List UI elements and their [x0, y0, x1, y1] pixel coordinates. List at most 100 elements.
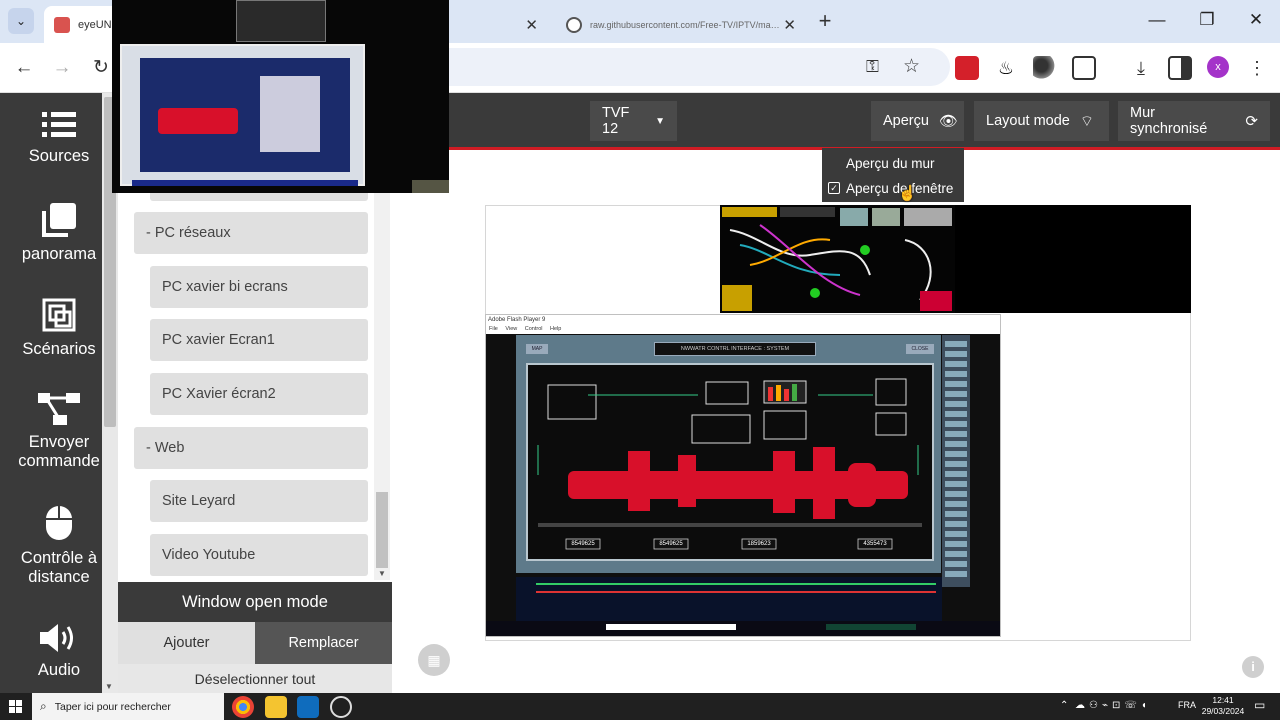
taskbar-search-box[interactable]: ⌕ Taper ici pour rechercher [32, 693, 224, 720]
profile-avatar[interactable]: x [1207, 56, 1229, 78]
taskbar-clock[interactable]: 12:41 29/03/2024 [1196, 695, 1250, 717]
eyeunify-favicon-icon [54, 16, 70, 33]
counter-value: 8549625 [571, 541, 595, 547]
nav-item-sources[interactable]: Sources [0, 111, 118, 166]
source-label: PC Xavier écran2 [162, 386, 276, 402]
wall-window-flash-player[interactable]: Adobe Flash Player 9 File View Control H… [485, 314, 1001, 637]
preview-button[interactable]: Aperçu 👁 [871, 101, 964, 141]
nav-item-send-command[interactable]: Envoyer commande [0, 393, 118, 471]
source-item-pc-xavier-bi-ecrans[interactable]: PC xavier bi ecrans [150, 266, 368, 308]
sync-icon: ⟳ [1245, 113, 1258, 130]
close-tab-icon[interactable]: ✕ [783, 16, 796, 34]
counter-value: 4355473 [863, 541, 887, 547]
wall-window-transit-map[interactable] [720, 205, 955, 313]
more-menu-icon[interactable]: ⋮ [1245, 56, 1269, 80]
layout-mode-button[interactable]: Layout mode ⌔ [974, 101, 1109, 141]
source-label: PC xavier Ecran1 [162, 332, 275, 348]
sync-wall-button[interactable]: Mur synchronisé ⟳ [1118, 101, 1270, 141]
taskbar-search-placeholder: Taper ici pour rechercher [54, 700, 171, 713]
extensions-puzzle-icon[interactable] [1072, 56, 1096, 80]
tray-chevron-icon[interactable]: ⌃ [1060, 700, 1068, 711]
dots-extension-icon[interactable] [1033, 56, 1057, 80]
scroll-down-arrow-icon[interactable]: ▼ [105, 682, 113, 691]
flash-menu-help[interactable]: Help [550, 326, 561, 332]
info-icon[interactable]: i [1242, 656, 1264, 678]
source-label: Video Youtube [162, 547, 256, 563]
wall-window-black[interactable] [955, 205, 1191, 313]
password-key-icon[interactable]: ⚿ [866, 57, 879, 77]
checkbox-checked-icon[interactable]: ✓ [828, 182, 840, 194]
nav-label: Envoyer commande [18, 433, 100, 470]
windows-start-icon[interactable] [9, 700, 22, 713]
send-command-icon [38, 393, 80, 425]
nav-item-scenarios[interactable]: Scénarios [0, 298, 118, 359]
side-panel-icon[interactable] [1168, 56, 1192, 80]
taskbar-date: 29/03/2024 [1201, 706, 1245, 716]
video-monitor [120, 44, 365, 186]
wall-select-dropdown[interactable]: TVF 12 ▼ [590, 101, 677, 141]
speaker-icon [40, 624, 73, 652]
preview-dropdown-menu: Aperçu du mur ✓ Aperçu de fenêtre [822, 148, 964, 202]
menu-item-wall-preview[interactable]: Aperçu du mur [822, 152, 964, 174]
minimize-window-button[interactable]: — [1145, 10, 1169, 30]
list-icon [42, 112, 76, 137]
reload-icon[interactable]: ↻ [88, 55, 114, 81]
hmi-panel: MAP NWWATR CONTRL INTERFACE : SYSTEM CLO… [516, 335, 941, 573]
new-tab-button[interactable]: + [812, 9, 838, 35]
source-label: - Web [146, 440, 185, 456]
hmi-close-button[interactable]: CLOSE [906, 344, 934, 354]
windows-taskbar: ⌕ Taper ici pour rechercher ⌃ ☁⚇⌁⊡☏◖ FRA… [0, 693, 1280, 720]
language-indicator[interactable]: FRA [1178, 700, 1196, 710]
source-item-pc-xavier-ecran1[interactable]: PC xavier Ecran1 [150, 319, 368, 361]
deselect-all-button[interactable]: Déselectionner tout [118, 664, 392, 693]
forward-arrow-icon[interactable]: → [49, 55, 75, 81]
menu-item-window-preview[interactable]: ✓ Aperçu de fenêtre [822, 177, 964, 199]
flash-menubar: File View Control Help [486, 325, 1000, 334]
close-tab-icon[interactable]: ✕ [525, 16, 538, 34]
outlook-taskbar-icon[interactable] [297, 696, 319, 718]
flame-extension-icon[interactable]: ♨ [994, 56, 1018, 80]
nav-item-remote-control[interactable]: Contrôle à distance [0, 505, 118, 587]
source-label: - PC réseaux [146, 225, 231, 241]
scrollbar-thumb[interactable] [376, 492, 388, 568]
flash-titlebar: Adobe Flash Player 9 [486, 315, 1000, 325]
counter-value: 1859623 [747, 541, 771, 547]
scenarios-icon [42, 298, 76, 332]
add-button[interactable]: Ajouter [118, 622, 255, 664]
tab-second[interactable]: ✕ [452, 6, 548, 43]
back-arrow-icon[interactable]: ← [11, 55, 37, 81]
tab-github-iptv[interactable]: raw.githubusercontent.com/Free-TV/IPTV/m… [556, 6, 806, 43]
nav-item-panorama[interactable]: panorama [0, 203, 118, 264]
hmi-map-button[interactable]: MAP [526, 344, 548, 354]
bookmark-star-icon[interactable]: ☆ [903, 55, 920, 78]
notification-icon[interactable]: ▭ [1254, 698, 1265, 712]
wifi-icon: ⌔ [1079, 112, 1094, 130]
nav-label: Scénarios [22, 340, 96, 358]
flash-menu-file[interactable]: File [489, 326, 498, 332]
source-item-pc-xavier-ecran2[interactable]: PC Xavier écran2 [150, 373, 368, 415]
tab-search-button[interactable]: ⌄ [8, 8, 34, 34]
menu-item-label: Aperçu du mur [846, 155, 935, 171]
source-group-web[interactable]: - Web [134, 427, 368, 469]
replace-button[interactable]: Remplacer [255, 622, 392, 664]
counter-value: 8549625 [659, 541, 683, 547]
source-group-pc-reseaux[interactable]: - PC réseaux [134, 212, 368, 254]
pdf-extension-icon[interactable] [955, 56, 979, 80]
app-taskbar-icon[interactable] [330, 696, 352, 718]
nav-item-audio[interactable]: Audio [0, 623, 118, 680]
chrome-taskbar-icon[interactable] [232, 696, 254, 718]
scroll-down-arrow-icon[interactable]: ▼ [374, 569, 390, 578]
flash-title: Adobe Flash Player 9 [488, 317, 546, 323]
download-icon[interactable]: ⤓ [1129, 56, 1153, 80]
grid-menu-button[interactable]: ▦ [418, 644, 450, 676]
flash-menu-view[interactable]: View [505, 326, 517, 332]
source-item-video-youtube[interactable]: Video Youtube [150, 534, 368, 576]
source-label: Site Leyard [162, 493, 236, 509]
mouse-cursor-icon: ☝ [898, 185, 917, 202]
close-window-button[interactable]: ✕ [1244, 10, 1268, 30]
restore-window-button[interactable]: ❐ [1195, 10, 1219, 30]
panorama-icon [42, 203, 76, 237]
file-explorer-taskbar-icon[interactable] [265, 696, 287, 718]
source-item-site-leyard[interactable]: Site Leyard [150, 480, 368, 522]
flash-menu-control[interactable]: Control [525, 326, 543, 332]
